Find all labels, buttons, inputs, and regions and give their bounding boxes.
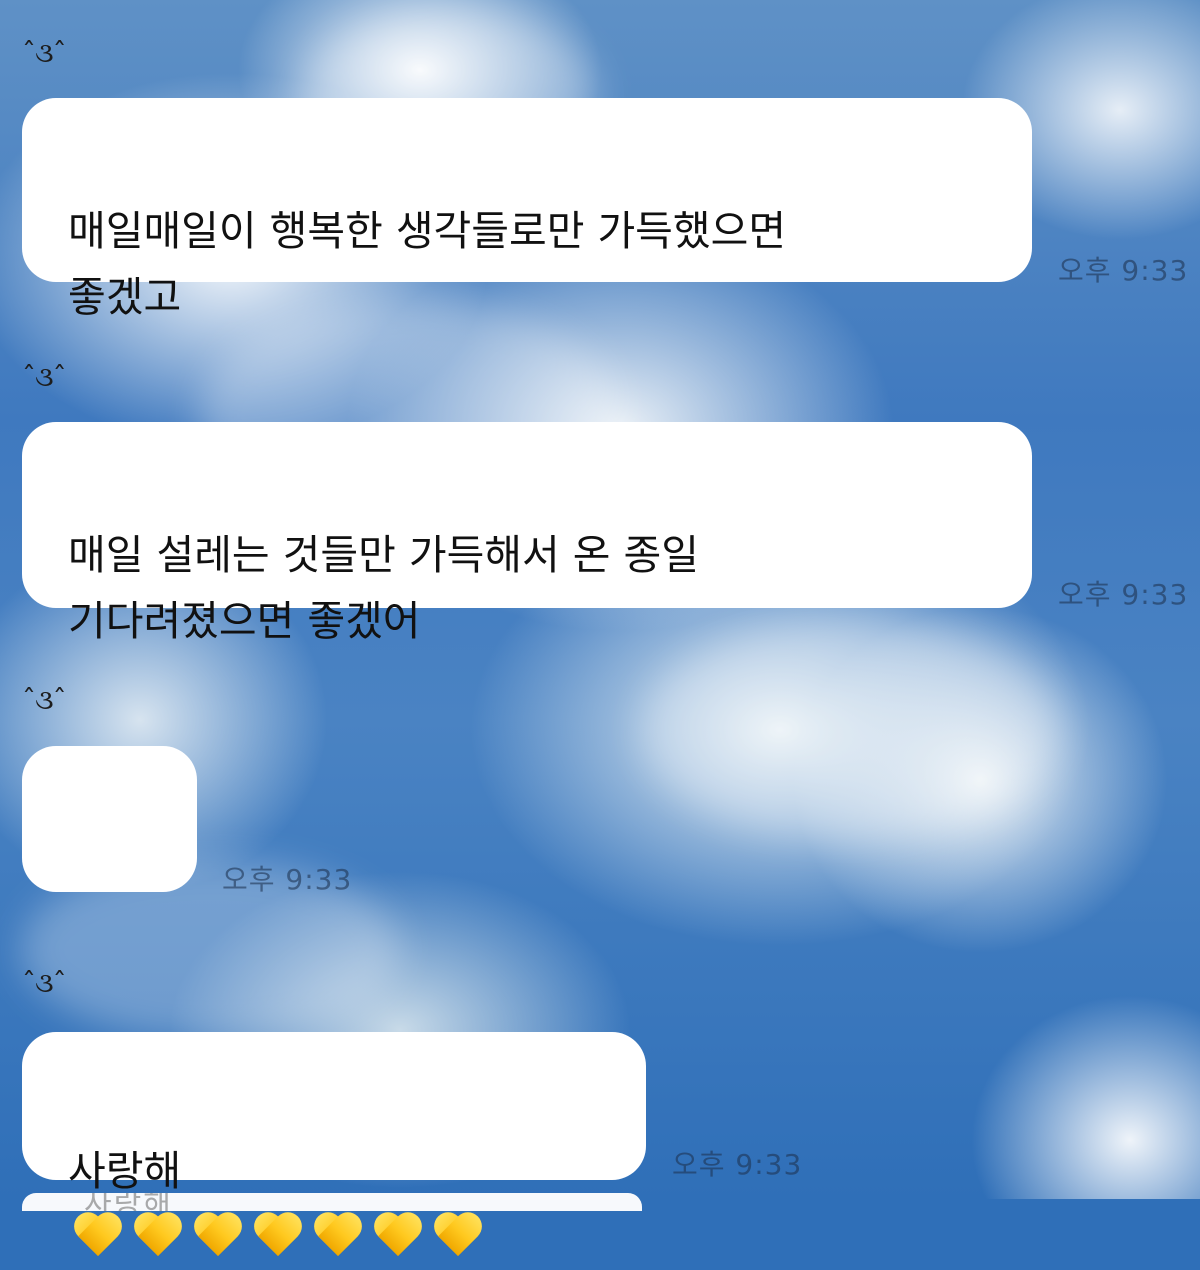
- cutoff-message-text: 사랑해: [84, 1193, 173, 1211]
- message-time: 오후 9:33: [1058, 254, 1189, 287]
- background-cloud: [640, 620, 1060, 840]
- yellow-heart-icon: [132, 1214, 184, 1262]
- message-bubble[interactable]: 매일 설레는 것들만 가득해서 온 종일 기다려졌으면 좋겠어: [22, 422, 1032, 645]
- sender-name: ˆ૩ˆ: [22, 683, 67, 716]
- cutoff-message-bubble: 사랑해: [22, 1193, 642, 1211]
- yellow-heart-icon: [192, 1214, 244, 1262]
- message-time: 오후 9:33: [1058, 578, 1189, 611]
- yellow-heart-icon: [312, 1214, 364, 1262]
- message-bubble[interactable]: 사랑해: [22, 1032, 646, 1195]
- sender-name: ˆ૩ˆ: [22, 36, 67, 69]
- yellow-heart-icon: [252, 1214, 304, 1262]
- message-time: 오후 9:33: [222, 863, 353, 896]
- heart-emoji-row: [72, 1214, 484, 1262]
- yellow-heart-icon: [372, 1214, 424, 1262]
- message-time: 오후 9:33: [672, 1148, 803, 1181]
- yellow-heart-icon: [72, 1214, 124, 1262]
- empty-message-bubble[interactable]: [22, 746, 197, 892]
- message-bubble[interactable]: 매일매일이 행복한 생각들로만 가득했으면 좋겠고: [22, 98, 1032, 321]
- sender-name: ˆ૩ˆ: [22, 966, 67, 999]
- yellow-heart-icon: [432, 1214, 484, 1262]
- message-text: 사랑해: [68, 1147, 182, 1195]
- sender-name: ˆ૩ˆ: [22, 360, 67, 393]
